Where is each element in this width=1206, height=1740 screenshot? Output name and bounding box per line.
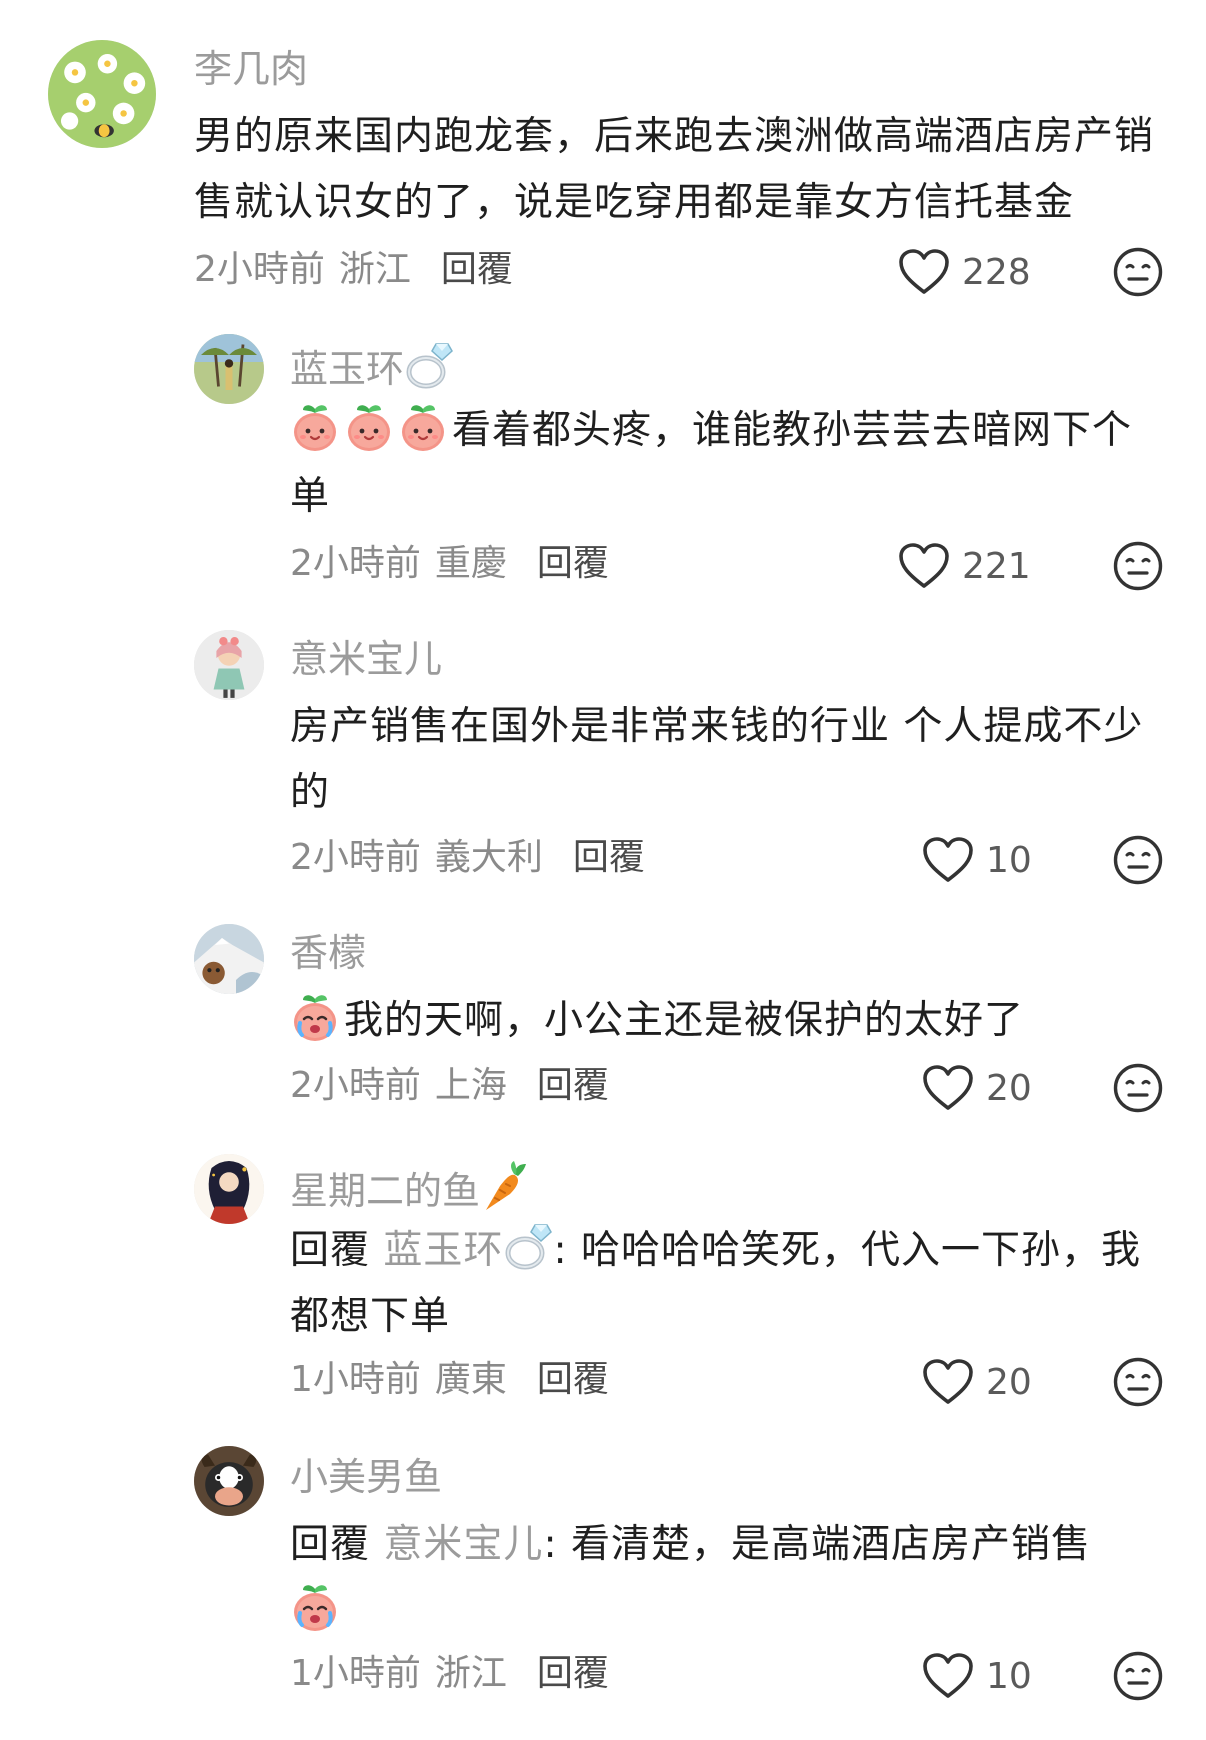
username-text: 蓝玉环 [290,347,405,391]
peach-smile-emoji [344,401,394,453]
comment-text: 回覆 蓝玉环: 哈哈哈哈笑死，代入一下孙，我都想下单 [290,1218,1150,1350]
comment-text: 男的原来国内跑龙套，后来跑去澳洲做高端酒店房产销售就认识女的了，说是吃穿用都是靠… [194,114,1155,225]
heart-outline-icon [898,248,950,296]
username-text: 星期二的鱼 [290,1169,481,1213]
username[interactable]: 意米宝儿 [290,636,442,682]
like-button[interactable]: 221 [898,538,1031,594]
like-button[interactable]: 10 [922,832,1032,888]
like-count: 20 [986,1361,1032,1403]
username[interactable]: 蓝玉环 [290,340,454,392]
comment-meta: 2小時前 重慶 回覆 [290,542,609,586]
reply-button[interactable]: 回覆 [441,249,513,290]
heart-outline-icon [922,1358,974,1406]
reply-button[interactable]: 回覆 [537,1653,609,1694]
like-count: 10 [986,1655,1032,1697]
avatar[interactable] [194,1446,264,1516]
avatar[interactable] [48,40,156,148]
peach-cry-emoji [290,991,340,1043]
diamond-ring-emoji [404,340,454,390]
comment-text: 我的天啊，小公主还是被保护的太好了 [290,988,1170,1054]
reply-prefix: 回覆 [290,1522,371,1567]
reply-button[interactable]: 回覆 [537,1359,609,1400]
meh-face-icon[interactable] [1112,1650,1164,1702]
like-button[interactable]: 228 [898,244,1031,300]
like-count: 10 [986,839,1032,881]
meh-face-icon[interactable] [1112,540,1164,592]
comment-location: 上海 [434,1065,507,1106]
peach-smile-emoji [398,401,448,453]
username[interactable]: 小美男鱼 [290,1454,442,1500]
comment-text: 房产销售在国外是非常来钱的行业 个人提成不少的 [290,704,1144,815]
comment-meta: 2小時前 浙江 回覆 [194,248,513,292]
heart-outline-icon [922,836,974,884]
meh-face-icon[interactable] [1112,246,1164,298]
avatar[interactable] [194,630,264,700]
reply-prefix: 回覆 [290,1228,371,1273]
reply-to-username[interactable]: 蓝玉环 [383,1228,503,1273]
reply-button[interactable]: 回覆 [537,543,609,584]
meh-face-icon[interactable] [1112,1062,1164,1114]
username[interactable]: 李几肉 [194,46,308,92]
heart-outline-icon [898,542,950,590]
comment-location: 浙江 [338,249,411,290]
comment-text: 回覆 意米宝儿: 看清楚，是高端酒店房产销售 [290,1512,1150,1644]
like-count: 228 [962,251,1031,293]
username[interactable]: 香檬 [290,930,366,976]
meh-face-icon[interactable] [1112,834,1164,886]
comment-meta: 1小時前 廣東 回覆 [290,1358,609,1402]
comment-location: 浙江 [434,1653,507,1694]
reply-button[interactable]: 回覆 [537,1065,609,1106]
comment-time: 2小時前 [290,1065,421,1106]
reply-to-username[interactable]: 意米宝儿 [383,1522,543,1567]
comment-meta: 1小時前 浙江 回覆 [290,1652,609,1696]
peach-cry-emoji [290,1581,340,1633]
comment-time: 2小時前 [290,837,421,878]
peach-smile-emoji [290,401,340,453]
comments-page: 李几肉 男的原来国内跑龙套，后来跑去澳洲做高端酒店房产销售就认识女的了，说是吃穿… [0,0,1206,1740]
comment-location: 重慶 [434,543,507,584]
like-count: 20 [986,1067,1032,1109]
like-button[interactable]: 20 [922,1354,1032,1410]
like-count: 221 [962,545,1031,587]
carrot-emoji [480,1160,530,1212]
comment-time: 2小時前 [194,249,325,290]
comment-location: 廣東 [434,1359,507,1400]
comment-time: 1小時前 [290,1359,421,1400]
reply-button[interactable]: 回覆 [573,837,645,878]
like-button[interactable]: 20 [922,1060,1032,1116]
comment-text-body: : 看清楚，是高端酒店房产销售 [543,1522,1091,1567]
heart-outline-icon [922,1652,974,1700]
avatar[interactable] [194,924,264,994]
comment-meta: 2小時前 上海 回覆 [290,1064,609,1108]
username[interactable]: 星期二的鱼 [290,1160,530,1214]
meh-face-icon[interactable] [1112,1356,1164,1408]
heart-outline-icon [922,1064,974,1112]
comment-location: 義大利 [434,837,543,878]
comment-text: 看着都头疼，谁能教孙芸芸去暗网下个单 [290,398,1170,530]
comment-time: 1小時前 [290,1653,421,1694]
comment-meta: 2小時前 義大利 回覆 [290,836,645,880]
comment-text-body: 我的天啊，小公主还是被保护的太好了 [344,998,1025,1043]
like-button[interactable]: 10 [922,1648,1032,1704]
avatar[interactable] [194,334,264,404]
avatar[interactable] [194,1154,264,1224]
comment-time: 2小時前 [290,543,421,584]
diamond-ring-emoji [503,1221,553,1271]
